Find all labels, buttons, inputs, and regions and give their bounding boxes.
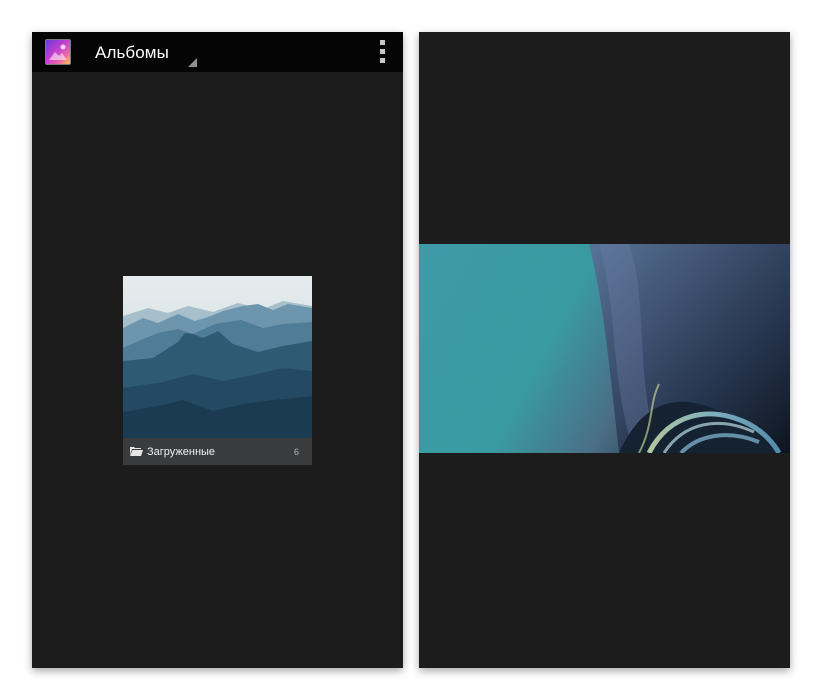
albums-dropdown-label: Альбомы (95, 43, 169, 62)
album-footer: Загруженные 6 (123, 438, 312, 465)
album-count: 6 (293, 447, 299, 457)
folder-icon (130, 447, 143, 456)
album-name: Загруженные (147, 446, 216, 458)
gallery-albums-screen: Альбомы Загруженные 6 (32, 32, 403, 668)
dropdown-triangle-icon (188, 58, 197, 67)
album-thumbnail (123, 276, 312, 438)
gallery-app-icon[interactable] (45, 39, 71, 65)
overflow-menu-icon[interactable] (377, 40, 389, 64)
album-tile-downloads[interactable]: Загруженные 6 (123, 276, 312, 465)
wallpaper-image[interactable] (419, 244, 790, 453)
albums-dropdown[interactable]: Альбомы (82, 32, 197, 72)
photo-viewer-screen (419, 32, 790, 668)
action-bar: Альбомы (32, 32, 403, 72)
